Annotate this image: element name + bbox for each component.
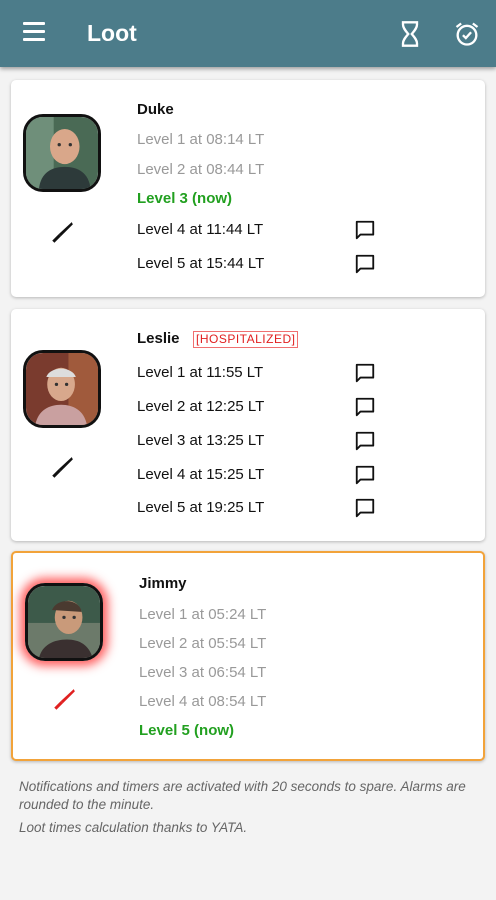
note-credits: Loot times calculation thanks to YATA.	[19, 820, 248, 835]
knife-icon[interactable]	[49, 455, 75, 481]
npc-card-leslie: Leslie [HOSPITALIZED] Level 1 at 11:55 L…	[11, 309, 485, 541]
level-row: Level 2 at 12:25 LT	[137, 398, 265, 415]
app-bar: Loot	[0, 0, 496, 67]
level-row: Level 1 at 08:14 LT	[137, 131, 265, 148]
npc-name: Duke	[137, 101, 174, 118]
npc-card-duke: Duke Level 1 at 08:14 LT Level 2 at 08:4…	[11, 80, 485, 297]
npc-name: Leslie	[137, 330, 180, 347]
chat-bubble-icon[interactable]	[354, 362, 376, 384]
status-badge: [HOSPITALIZED]	[193, 331, 299, 348]
level-row: Level 2 at 08:44 LT	[137, 161, 265, 178]
level-row: Level 3 at 06:54 LT	[139, 664, 267, 681]
npc-card-jimmy: Jimmy Level 1 at 05:24 LT Level 2 at 05:…	[11, 551, 485, 761]
page-title: Loot	[87, 20, 137, 46]
chat-bubble-icon[interactable]	[354, 396, 376, 418]
level-row: Level 1 at 05:24 LT	[139, 606, 267, 623]
avatar-duke	[23, 114, 101, 192]
footer-notes: Notifications and timers are activated w…	[19, 778, 479, 842]
menu-icon[interactable]	[22, 22, 47, 46]
chat-bubble-icon[interactable]	[354, 464, 376, 486]
level-row: Level 4 at 11:44 LT	[137, 221, 264, 238]
knife-icon[interactable]	[51, 687, 77, 713]
alarm-clock-icon[interactable]	[453, 20, 481, 48]
level-row: Level 4 at 08:54 LT	[139, 693, 267, 710]
level-row: Level 4 at 15:25 LT	[137, 466, 265, 483]
knife-icon[interactable]	[49, 220, 75, 246]
hourglass-icon[interactable]	[396, 20, 424, 48]
level-row: Level 1 at 11:55 LT	[137, 364, 264, 381]
npc-name: Jimmy	[139, 575, 187, 592]
level-row: Level 2 at 05:54 LT	[139, 635, 267, 652]
level-row: Level 3 at 13:25 LT	[137, 432, 265, 449]
level-row: Level 5 at 19:25 LT	[137, 499, 265, 516]
level-row: Level 5 at 15:44 LT	[137, 255, 265, 272]
level-row-current: Level 5 (now)	[139, 722, 235, 739]
note-notifications: Notifications and timers are activated w…	[19, 779, 466, 812]
chat-bubble-icon[interactable]	[354, 219, 376, 241]
chat-bubble-icon[interactable]	[354, 430, 376, 452]
level-row-current: Level 3 (now)	[137, 190, 233, 207]
chat-bubble-icon[interactable]	[354, 497, 376, 519]
avatar-jimmy	[25, 583, 103, 661]
avatar-leslie	[23, 350, 101, 428]
chat-bubble-icon[interactable]	[354, 253, 376, 275]
